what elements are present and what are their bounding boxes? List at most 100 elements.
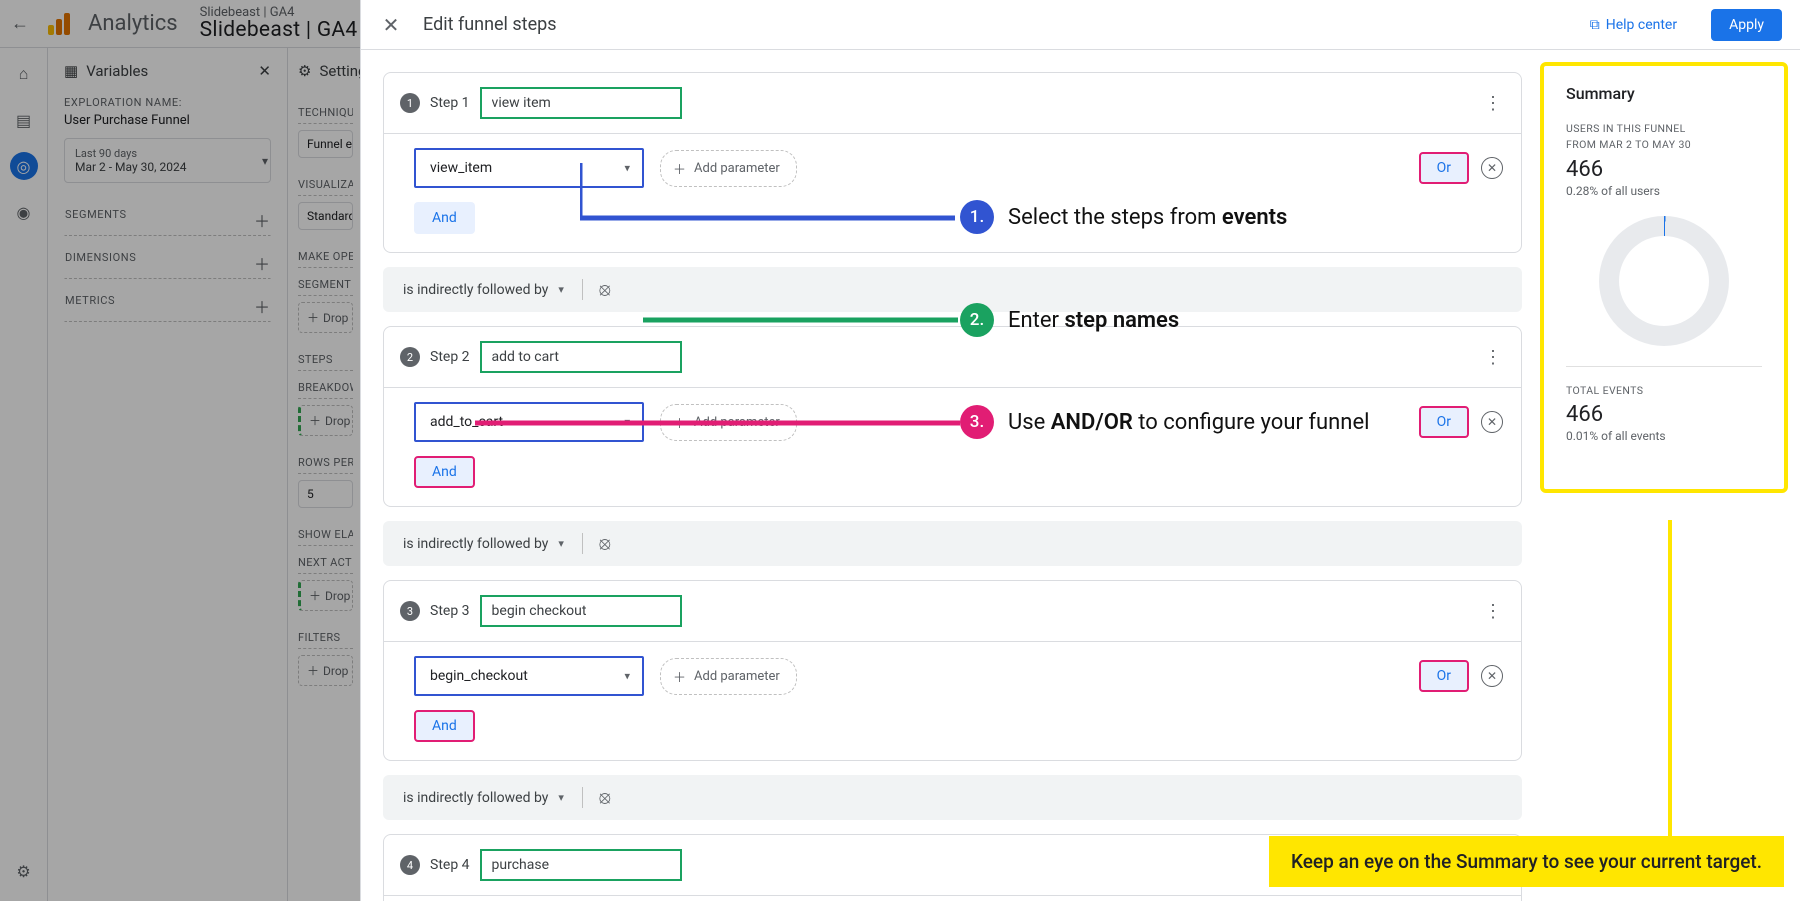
visualization-select[interactable]: Standard xyxy=(298,202,353,230)
kebab-icon[interactable]: ⋮ xyxy=(1481,93,1505,114)
ga-logo-icon xyxy=(48,13,70,35)
annotation-2: 2. Enter step names xyxy=(960,303,1179,337)
step-name-input[interactable] xyxy=(480,595,682,627)
step-number: 2 xyxy=(400,347,420,367)
donut-chart xyxy=(1599,216,1729,346)
date-range: Mar 2 - May 30, 2024 xyxy=(75,160,260,174)
and-button[interactable]: And xyxy=(414,456,475,488)
filters-drop[interactable]: ＋Drop or select dimension or metric xyxy=(298,655,353,686)
variables-title: Variables xyxy=(86,62,148,80)
anno-line-2 xyxy=(643,317,963,323)
remove-condition-icon[interactable]: ✕ xyxy=(1481,411,1503,433)
annotation-3: 3. Use AND/OR to configure your funnel xyxy=(960,405,1369,439)
step-card-3: 3 Step 3 ⋮ begin_checkout ＋Add parameter… xyxy=(383,580,1522,761)
exploration-name-value[interactable]: User Purchase Funnel xyxy=(64,113,271,128)
anno-dot-2: 2. xyxy=(960,303,994,337)
advertising-icon[interactable]: ◉ xyxy=(10,198,38,226)
summary-card: Summary USERS IN THIS FUNNEL FROM MAR 2 … xyxy=(1540,62,1788,493)
add-icon[interactable]: ＋ xyxy=(254,294,270,318)
reports-icon[interactable]: ▤ xyxy=(10,106,38,134)
anno-line-3 xyxy=(475,420,965,426)
next-action-drop[interactable]: ＋Drop or select xyxy=(298,580,353,611)
events-head: TOTAL EVENTS xyxy=(1566,383,1762,399)
users-head1: USERS IN THIS FUNNEL xyxy=(1566,121,1762,137)
admin-gear-icon[interactable]: ⚙ xyxy=(10,857,38,885)
remove-condition-icon[interactable]: ✕ xyxy=(1481,157,1503,179)
modal-title: Edit funnel steps xyxy=(423,14,557,35)
brand-name: Analytics xyxy=(88,11,178,36)
anno-dot-1: 1. xyxy=(960,200,994,234)
users-sub: 0.28% of all users xyxy=(1566,184,1762,198)
event-select[interactable]: begin_checkout xyxy=(414,656,644,696)
step-connector: is indirectly followed by ⦻ xyxy=(383,267,1522,312)
step-label: Step 4 xyxy=(430,857,470,873)
explore-icon[interactable]: ◎ xyxy=(10,152,38,180)
events-value: 466 xyxy=(1566,402,1762,427)
exploration-name-label: EXPLORATION NAME: xyxy=(64,96,271,109)
variables-icon: ▦ xyxy=(64,62,78,80)
anno-line-1 xyxy=(580,163,960,223)
summary-title: Summary xyxy=(1566,84,1762,103)
remove-condition-icon[interactable]: ✕ xyxy=(1481,665,1503,687)
anno-dot-3: 3. xyxy=(960,405,994,439)
and-button[interactable]: And xyxy=(414,710,475,742)
or-button[interactable]: Or xyxy=(1419,152,1469,184)
users-value: 466 xyxy=(1566,157,1762,182)
annotation-1: 1. Select the steps from events xyxy=(960,200,1287,234)
gear-icon: ⚙ xyxy=(298,62,311,80)
modal-header: ✕ Edit funnel steps ⧉ Help center Apply xyxy=(361,0,1800,50)
settings-title: Settings xyxy=(319,62,364,80)
follow-type-select[interactable]: is indirectly followed by xyxy=(403,790,564,806)
breadcrumb-main: Slidebeast | GA4 xyxy=(200,18,358,42)
or-button[interactable]: Or xyxy=(1419,406,1469,438)
variables-panel: ▦ Variables ✕ EXPLORATION NAME: User Pur… xyxy=(48,48,288,901)
add-icon[interactable]: ＋ xyxy=(254,251,270,275)
close-icon[interactable]: ✕ xyxy=(258,62,271,80)
step-number: 1 xyxy=(400,93,420,113)
step-name-input[interactable] xyxy=(480,341,682,373)
apply-button[interactable]: Apply xyxy=(1711,9,1782,41)
step-name-input[interactable] xyxy=(480,849,682,881)
step-label: Step 2 xyxy=(430,349,470,365)
or-button[interactable]: Or xyxy=(1419,660,1469,692)
step-number: 4 xyxy=(400,855,420,875)
external-link-icon: ⧉ xyxy=(1590,17,1600,33)
timer-off-icon[interactable]: ⦻ xyxy=(582,533,611,554)
settings-panel: ⚙ Settings TECHNIQUE Funnel exploration … xyxy=(288,48,364,901)
close-icon[interactable]: ✕ xyxy=(379,13,403,37)
left-rail: ⌂ ▤ ◎ ◉ ⚙ xyxy=(0,48,48,901)
summary-banner: Keep an eye on the Summary to see your c… xyxy=(1269,836,1784,887)
technique-select[interactable]: Funnel exploration xyxy=(298,130,353,158)
chevron-down-icon: ▾ xyxy=(262,154,268,168)
add-icon[interactable]: ＋ xyxy=(254,208,270,232)
summary-connector-line xyxy=(1668,520,1672,840)
breadcrumb[interactable]: Slidebeast | GA4 Slidebeast | GA4 xyxy=(200,5,358,42)
follow-type-select[interactable]: is indirectly followed by xyxy=(403,282,564,298)
users-head2: FROM MAR 2 TO MAY 30 xyxy=(1566,137,1762,153)
edit-funnel-modal: ✕ Edit funnel steps ⧉ Help center Apply … xyxy=(360,0,1800,901)
breakdown-drop[interactable]: ＋Drop or select xyxy=(298,405,353,436)
home-icon[interactable]: ⌂ xyxy=(10,60,38,88)
dimensions-section[interactable]: DIMENSIONS ＋ xyxy=(64,242,271,279)
help-center-link[interactable]: ⧉ Help center xyxy=(1590,17,1677,33)
step-name-input[interactable] xyxy=(480,87,682,119)
add-parameter-button[interactable]: ＋Add parameter xyxy=(660,658,797,695)
kebab-icon[interactable]: ⋮ xyxy=(1481,347,1505,368)
date-preset: Last 90 days xyxy=(75,147,260,160)
date-range-picker[interactable]: Last 90 days Mar 2 - May 30, 2024 ▾ xyxy=(64,138,271,183)
segment-drop[interactable]: ＋Drop or select xyxy=(298,302,353,333)
step-label: Step 1 xyxy=(430,95,470,111)
timer-off-icon[interactable]: ⦻ xyxy=(582,787,611,808)
metrics-section[interactable]: METRICS ＋ xyxy=(64,285,271,322)
segments-section[interactable]: SEGMENTS ＋ xyxy=(64,199,271,236)
timer-off-icon[interactable]: ⦻ xyxy=(582,279,611,300)
step-connector: is indirectly followed by ⦻ xyxy=(383,521,1522,566)
step-connector: is indirectly followed by ⦻ xyxy=(383,775,1522,820)
step-label: Step 3 xyxy=(430,603,470,619)
rows-select[interactable]: 5 xyxy=(298,480,353,508)
and-button[interactable]: And xyxy=(414,202,475,234)
step-number: 3 xyxy=(400,601,420,621)
back-arrow[interactable]: ← xyxy=(6,13,34,34)
follow-type-select[interactable]: is indirectly followed by xyxy=(403,536,564,552)
kebab-icon[interactable]: ⋮ xyxy=(1481,601,1505,622)
